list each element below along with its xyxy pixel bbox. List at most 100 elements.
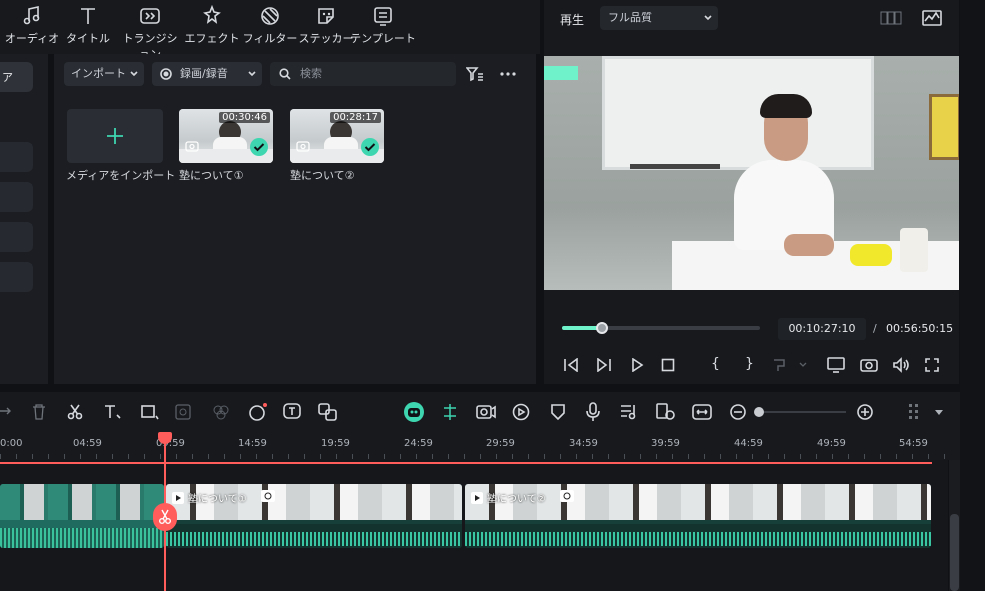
timeline-video-clip[interactable]: 塾について① bbox=[166, 484, 462, 548]
next-frame-icon[interactable] bbox=[596, 358, 612, 372]
scissors-icon[interactable] bbox=[67, 404, 83, 420]
toolbar-template-label: テンプレート bbox=[350, 32, 416, 45]
toolbar-audio-label: オーディオ bbox=[4, 32, 60, 45]
left-nav-active-label: ア bbox=[2, 71, 13, 84]
marker-dropdown-icon[interactable] bbox=[772, 358, 808, 372]
search-input[interactable]: 検索 bbox=[300, 67, 322, 80]
record-dropdown[interactable]: 録画/録音 bbox=[152, 62, 262, 86]
filter-icon bbox=[261, 7, 279, 25]
clip-effect-icon bbox=[560, 490, 574, 502]
timeline-toolbar bbox=[0, 392, 960, 432]
timeline-clip-segments[interactable] bbox=[0, 484, 164, 548]
toolbar-filter-label: フィルター bbox=[242, 32, 298, 45]
audio-mixer-icon[interactable] bbox=[620, 403, 640, 421]
playback-progress-track[interactable] bbox=[562, 322, 760, 334]
volume-icon[interactable] bbox=[892, 357, 910, 373]
more-icon[interactable] bbox=[500, 72, 516, 76]
fit-timeline-icon[interactable] bbox=[692, 403, 712, 421]
timeline-video-clip[interactable]: 塾について② bbox=[465, 484, 931, 548]
shield-marker-icon[interactable] bbox=[550, 403, 566, 421]
toolbar-template[interactable]: テンプレート bbox=[350, 5, 416, 46]
color-icon[interactable] bbox=[212, 404, 230, 420]
scissors-icon bbox=[159, 509, 171, 524]
auto-highlight-icon[interactable] bbox=[476, 403, 496, 421]
waveform-monitor-icon[interactable] bbox=[922, 10, 942, 26]
microphone-icon[interactable] bbox=[585, 402, 601, 422]
transition-icon bbox=[140, 8, 160, 24]
split-scissor-button[interactable] bbox=[153, 503, 177, 531]
speed-icon[interactable] bbox=[512, 403, 530, 421]
timeline-scrollbar-thumb[interactable] bbox=[950, 514, 959, 591]
toolbar-effect[interactable]: エフェクト bbox=[180, 5, 244, 46]
snap-icon[interactable] bbox=[441, 403, 459, 421]
translate-icon[interactable] bbox=[318, 403, 338, 421]
top-toolbar: オーディオ タイトル トランジション エフェクト フィルター ステッカー テンプ… bbox=[0, 0, 540, 61]
chevron-down-icon bbox=[130, 71, 138, 77]
fullscreen-icon[interactable] bbox=[925, 358, 939, 372]
media-clip-thumbnail[interactable]: 00:30:46 bbox=[179, 109, 273, 163]
mark-out-icon[interactable]: } bbox=[745, 356, 754, 372]
video-camera-icon bbox=[185, 141, 199, 152]
ai-text-icon[interactable] bbox=[283, 403, 303, 421]
zoom-in-icon[interactable] bbox=[857, 404, 873, 420]
layout-grid-icon[interactable] bbox=[907, 402, 923, 424]
chevron-down-icon[interactable] bbox=[935, 410, 943, 416]
import-media-tile[interactable] bbox=[67, 109, 163, 163]
current-timecode[interactable]: 00:10:27:10 bbox=[778, 318, 866, 340]
timeline-ruler[interactable]: 0:00 04:59 09:59 14:59 19:59 24:59 29:59… bbox=[0, 432, 960, 460]
toolbar-audio[interactable]: オーディオ bbox=[0, 5, 64, 46]
clip-name: 塾について① bbox=[179, 169, 244, 182]
import-tile-label: メディアをインポート bbox=[66, 169, 176, 182]
play-icon[interactable] bbox=[630, 358, 644, 372]
mask-icon[interactable] bbox=[175, 404, 193, 420]
left-nav-item[interactable] bbox=[0, 222, 33, 252]
music-note-icon bbox=[23, 6, 40, 25]
clip-duplicate-icon[interactable] bbox=[656, 403, 676, 421]
left-nav-item[interactable] bbox=[0, 182, 33, 212]
template-icon bbox=[374, 7, 392, 26]
toolbar-filter[interactable]: フィルター bbox=[238, 5, 302, 46]
toolbar-title[interactable]: タイトル bbox=[56, 5, 120, 46]
filter-sort-icon[interactable] bbox=[466, 66, 484, 82]
snapshot-camera-icon[interactable] bbox=[860, 357, 878, 373]
redo-icon[interactable] bbox=[0, 404, 12, 418]
mark-in-icon[interactable]: { bbox=[711, 356, 720, 372]
delete-icon[interactable] bbox=[32, 404, 46, 420]
ruler-tick: 39:59 bbox=[651, 438, 680, 449]
zoom-out-icon[interactable] bbox=[730, 404, 746, 420]
media-panel: インポート 録画/録音 検索 メディアをインポート 00:30:46 塾について… bbox=[54, 54, 536, 384]
toolbar-effect-label: エフェクト bbox=[184, 32, 240, 45]
quality-dropdown[interactable]: フル品質 bbox=[600, 6, 718, 30]
text-tool-icon[interactable] bbox=[104, 404, 122, 420]
zoom-slider-handle[interactable] bbox=[754, 407, 764, 417]
stop-icon[interactable] bbox=[661, 358, 675, 372]
timecode-separator: / bbox=[873, 322, 877, 335]
timeline-scrollbar-track[interactable] bbox=[949, 460, 960, 591]
toolbar-title-label: タイトル bbox=[66, 32, 110, 45]
timeline-clip-name: 塾について② bbox=[487, 494, 546, 505]
left-nav-item[interactable] bbox=[0, 262, 33, 292]
render-range-bar bbox=[0, 462, 932, 464]
preview-mode-label[interactable]: 再生 bbox=[560, 11, 584, 28]
playback-scrubber-handle[interactable] bbox=[595, 322, 608, 334]
clip-duration: 00:28:17 bbox=[330, 112, 381, 123]
zoom-slider[interactable] bbox=[754, 407, 846, 417]
ruler-tick: 0:00 bbox=[0, 438, 23, 449]
search-box[interactable]: 検索 bbox=[270, 62, 456, 86]
previous-frame-icon[interactable] bbox=[563, 358, 579, 372]
video-preview[interactable] bbox=[544, 56, 959, 290]
display-settings-icon[interactable] bbox=[827, 357, 847, 373]
grid-view-icon[interactable] bbox=[880, 11, 902, 25]
quality-label: フル品質 bbox=[608, 11, 652, 24]
ai-tool-icon[interactable] bbox=[248, 402, 268, 422]
import-dropdown[interactable]: インポート bbox=[64, 62, 144, 86]
check-icon bbox=[361, 138, 379, 156]
ai-assistant-icon[interactable] bbox=[403, 401, 425, 423]
crop-icon[interactable] bbox=[141, 404, 159, 420]
left-nav-active-item[interactable]: ア bbox=[0, 62, 33, 92]
ruler-tick: 44:59 bbox=[734, 438, 763, 449]
media-clip-thumbnail[interactable]: 00:28:17 bbox=[290, 109, 384, 163]
left-nav-item[interactable] bbox=[0, 142, 33, 172]
toolbar-sticker[interactable]: ステッカー bbox=[294, 5, 358, 46]
clip-play-icon bbox=[471, 491, 483, 504]
